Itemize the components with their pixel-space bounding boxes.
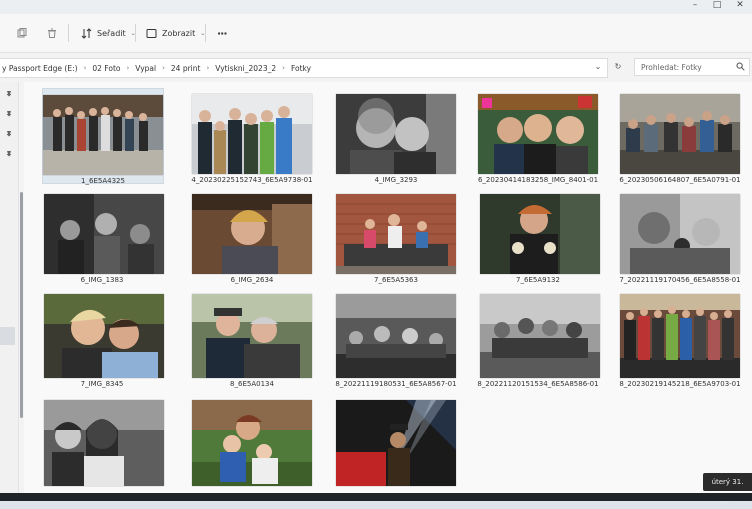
breadcrumb-item[interactable]: 02 Foto — [92, 64, 120, 73]
title-bar: – □ ✕ — [0, 0, 752, 14]
file-tile[interactable]: 8_20221119180531_6E5A8567-01 — [335, 288, 457, 388]
file-name: 8_6E5A0134 — [230, 380, 274, 388]
file-name: 6_IMG_2634 — [230, 276, 274, 284]
photo-thumbnail — [192, 400, 312, 486]
file-name: 7_6E5A9132 — [516, 276, 560, 284]
file-tile[interactable]: 8_20230219145218_6E5A9703-01 — [619, 288, 741, 388]
delete-button[interactable] — [46, 24, 58, 42]
photo-thumbnail — [336, 94, 456, 174]
copy-button[interactable] — [16, 24, 28, 42]
photo-thumbnail — [336, 294, 456, 378]
photo-thumbnail — [620, 194, 740, 274]
pin-icon — [6, 131, 12, 138]
photo-thumbnail — [44, 400, 164, 486]
view-label: Zobrazit — [162, 28, 196, 38]
file-tile[interactable] — [42, 394, 164, 488]
clock-tooltip: úterý 31. října — [703, 473, 752, 504]
command-bar: Seřadit ⌄ Zobrazit ⌄ ··· — [0, 14, 752, 53]
file-name: 6_20230506164807_6E5A0791-01 — [619, 176, 741, 184]
file-tile[interactable]: 7_IMG_8345 — [42, 288, 164, 388]
file-tile[interactable]: 4_IMG_3293 — [336, 88, 456, 184]
photo-thumbnail — [336, 400, 456, 486]
file-name: 1_6E5A4325 — [81, 177, 125, 185]
photo-thumbnail — [336, 194, 456, 274]
photo-thumbnail — [620, 294, 740, 378]
file-name: 6_IMG_1383 — [80, 276, 124, 284]
sort-button[interactable]: Seřadit ⌄ — [80, 24, 136, 42]
file-tile[interactable]: 1_6E5A4325 — [42, 88, 164, 185]
trash-icon — [46, 27, 58, 39]
search-icon — [736, 62, 745, 73]
photo-thumbnail — [478, 94, 598, 174]
file-name: 8_20221120151534_6E5A8586-01 — [477, 380, 599, 388]
file-name: 4_IMG_3293 — [374, 176, 418, 184]
copy-icon — [16, 27, 28, 39]
file-tile[interactable]: 4_20230225152743_6E5A9738-01 — [191, 88, 313, 184]
sort-icon — [80, 27, 92, 39]
breadcrumb-item[interactable]: Vytiskni_2023_2 — [215, 64, 276, 73]
file-tile[interactable]: 7_20221119170456_6E5A8558-01 — [619, 188, 741, 284]
file-tile[interactable] — [336, 394, 456, 488]
file-tile[interactable]: 7_6E5A9132 — [478, 188, 600, 284]
chevron-right-icon: › — [162, 64, 165, 72]
breadcrumb-item[interactable]: Vypal — [135, 64, 156, 73]
toolbar-divider — [205, 24, 206, 42]
photo-thumbnail — [480, 294, 600, 378]
photo-thumbnail — [480, 194, 600, 274]
file-tile[interactable] — [192, 394, 312, 488]
pin-icon — [6, 151, 12, 158]
photo-thumbnail — [44, 194, 164, 274]
chevron-right-icon: › — [206, 64, 210, 72]
file-explorer-window: – □ ✕ Seřadit ⌄ Zobrazit ⌄ ··· y Passpor… — [0, 0, 752, 504]
file-tile[interactable]: 6_IMG_2634 — [192, 188, 312, 284]
breadcrumb-item[interactable]: Fotky — [291, 64, 311, 73]
search-placeholder: Prohledat: Fotky — [641, 62, 702, 72]
address-row: y Passport Edge (E:) › 02 Foto › Vypal ›… — [0, 54, 752, 80]
sort-label: Seřadit — [97, 28, 126, 38]
photo-thumbnail — [192, 94, 312, 174]
view-icon — [145, 27, 157, 39]
file-name: 8_20230219145218_6E5A9703-01 — [619, 380, 741, 388]
scrollbar[interactable] — [20, 192, 23, 418]
more-options-button[interactable]: ··· — [217, 24, 228, 42]
file-tile[interactable]: 8_6E5A0134 — [192, 288, 312, 388]
close-icon[interactable]: ✕ — [731, 0, 749, 12]
history-dropdown-icon[interactable]: ⌄ — [592, 61, 604, 73]
photo-thumbnail — [44, 294, 164, 378]
breadcrumb-item[interactable]: y Passport Edge (E:) — [2, 64, 78, 73]
file-name: 4_20230225152743_6E5A9738-01 — [191, 176, 313, 184]
toolbar-divider — [68, 24, 69, 42]
file-grid: 1_6E5A4325 4_20230225152743_6E5A9738-01 … — [24, 82, 752, 501]
file-tile[interactable]: 6_20230414183258_IMG_8401-01 — [478, 88, 598, 184]
minimize-icon[interactable]: – — [686, 0, 704, 12]
file-name: 6_20230414183258_IMG_8401-01 — [477, 176, 599, 184]
photo-thumbnail — [43, 95, 163, 175]
maximize-icon[interactable]: □ — [708, 0, 726, 12]
pin-icon — [6, 111, 12, 118]
breadcrumb-item[interactable]: 24 print — [171, 64, 201, 73]
file-tile[interactable]: 6_20230506164807_6E5A0791-01 — [619, 88, 741, 184]
photo-thumbnail — [192, 294, 312, 378]
chevron-right-icon: › — [126, 64, 130, 72]
nav-selected-item[interactable] — [0, 327, 15, 345]
breadcrumb[interactable]: y Passport Edge (E:) › 02 Foto › Vypal ›… — [0, 58, 608, 78]
view-button[interactable]: Zobrazit ⌄ — [145, 24, 205, 42]
file-tile[interactable]: 8_20221120151534_6E5A8586-01 — [477, 288, 600, 388]
file-tile[interactable]: 7_6E5A5363 — [336, 188, 456, 284]
file-name: 7_20221119170456_6E5A8558-01 — [619, 276, 741, 284]
file-tile[interactable]: 6_IMG_1383 — [42, 188, 164, 284]
file-name: 7_IMG_8345 — [80, 380, 124, 388]
chevron-right-icon: › — [83, 64, 87, 72]
pin-icon — [6, 91, 12, 98]
toolbar-divider — [135, 24, 136, 42]
chevron-right-icon: › — [282, 64, 285, 72]
photo-thumbnail — [620, 94, 740, 174]
search-input[interactable]: Prohledat: Fotky — [634, 58, 750, 76]
photo-thumbnail — [192, 194, 312, 274]
file-name: 8_20221119180531_6E5A8567-01 — [335, 380, 457, 388]
taskbar — [0, 493, 752, 501]
navigation-pane — [0, 82, 19, 501]
refresh-icon[interactable]: ↻ — [612, 61, 624, 73]
file-name: 7_6E5A5363 — [374, 276, 418, 284]
